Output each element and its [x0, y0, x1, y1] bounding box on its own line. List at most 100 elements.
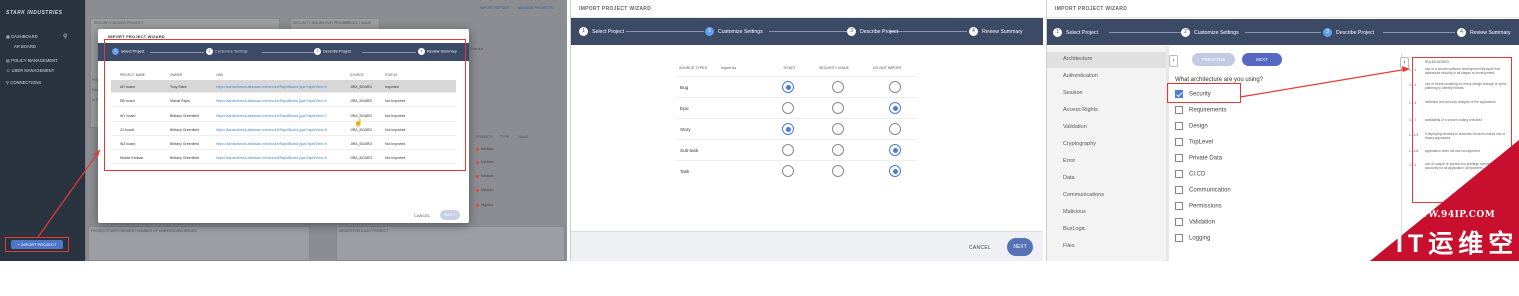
- option-checkbox[interactable]: CI.CD: [1175, 170, 1205, 178]
- highlight-security-option: [1167, 83, 1241, 103]
- priority-badge: Medium: [476, 160, 493, 164]
- bg-card-title: SECURITY ISSUES FOR PROJECT: [293, 21, 351, 25]
- sidebar-scrollbar[interactable]: [1166, 46, 1169, 261]
- manage-projects-link[interactable]: MANAGE PROJECTS: [518, 6, 553, 10]
- chevron-right-icon[interactable]: ›: [1400, 57, 1409, 69]
- radio-security-issue[interactable]: [832, 81, 844, 93]
- wizard-step-3[interactable]: 3 Describe Project: [1323, 28, 1374, 37]
- highlight-wizard: [104, 39, 466, 171]
- radio-do-not-import[interactable]: [889, 144, 901, 156]
- radio-do-not-import[interactable]: [889, 81, 901, 93]
- wizard-title: IMPORT PROJECT WIZARD: [579, 6, 652, 12]
- source-type-row: Epic: [677, 97, 917, 118]
- radio-do-not-import[interactable]: [889, 165, 901, 177]
- cancel-button[interactable]: CANCEL: [969, 245, 991, 251]
- highlight-import-button: [5, 237, 69, 252]
- bg-card-title: PROJECTS WITH HIGHEST NUMBER OF UNRESOLV…: [91, 229, 197, 233]
- option-checkbox[interactable]: Requirements: [1175, 106, 1226, 114]
- bg-col-priority: PRIORITY: [476, 135, 493, 139]
- option-checkbox[interactable]: TopLevel: [1175, 138, 1213, 146]
- watermark-text: IT运维空间: [1396, 230, 1519, 294]
- source-type-label: Story: [680, 127, 691, 132]
- category-item[interactable]: Data: [1047, 171, 1169, 187]
- source-type-row: Sub-task: [677, 139, 917, 160]
- wizard-step-3[interactable]: 3 Describe Project: [847, 27, 898, 36]
- import-report-link[interactable]: IMPORT REPORT: [480, 6, 509, 10]
- radio-security-issue[interactable]: [832, 123, 844, 135]
- brand-logo: STARK INDUSTRIES: [6, 10, 63, 16]
- source-type-label: Epic: [680, 106, 689, 111]
- radio-ticket[interactable]: [782, 165, 794, 177]
- sidebar-item-ar-board[interactable]: AR BOARD: [14, 44, 36, 49]
- priority-badge: Medium: [476, 188, 493, 192]
- next-button[interactable]: NEXT: [1007, 238, 1033, 256]
- category-item[interactable]: BusLogic: [1047, 222, 1169, 238]
- option-checkbox[interactable]: Permissions: [1175, 202, 1222, 210]
- category-sidebar: Architecture Authentication Session Acce…: [1047, 46, 1169, 261]
- option-checkbox[interactable]: Validation: [1175, 218, 1215, 226]
- category-item[interactable]: Architecture: [1047, 52, 1169, 68]
- wizard-step-2[interactable]: 2 Customize Settings: [705, 27, 763, 36]
- priority-badge: Highest: [476, 203, 493, 207]
- option-checkbox[interactable]: Logging: [1175, 234, 1210, 242]
- step-connector: [1383, 32, 1455, 33]
- sidebar: STARK INDUSTRIES ▦ DASHBOARD AR BOARD ▤ …: [0, 0, 85, 261]
- category-item[interactable]: Files: [1047, 239, 1169, 255]
- category-item[interactable]: Malicious: [1047, 205, 1169, 221]
- source-type-label: Task: [680, 169, 690, 174]
- previous-button[interactable]: PREVIOUS: [1192, 53, 1235, 66]
- chevron-left-icon[interactable]: ‹: [1169, 55, 1178, 67]
- sidebar-item-dashboard[interactable]: ▦ DASHBOARD: [6, 34, 38, 39]
- wizard-title: IMPORT PROJECT WIZARD: [1055, 6, 1128, 12]
- step-connector: [626, 31, 704, 32]
- radio-ticket[interactable]: [782, 144, 794, 156]
- category-item[interactable]: Authentication: [1047, 69, 1169, 85]
- priority-badge: Medium: [476, 174, 493, 178]
- col-ticket: TICKET: [783, 66, 796, 70]
- category-item[interactable]: Session: [1047, 86, 1169, 102]
- wizard-stepper: 1 Select Project 2 Customize Settings 3 Des…: [1047, 19, 1519, 45]
- next-button[interactable]: NEXT: [440, 210, 460, 220]
- wizard-stepper: 1 Select Project 2 Customize Settings 3 Des…: [571, 18, 1043, 45]
- radio-ticket[interactable]: [782, 81, 794, 93]
- step-connector: [1245, 32, 1321, 33]
- category-item[interactable]: Validation: [1047, 120, 1169, 136]
- radio-security-issue[interactable]: [832, 144, 844, 156]
- wizard-step-1[interactable]: 1 Select Project: [1053, 28, 1098, 37]
- wizard-step-1[interactable]: 1 Select Project: [579, 27, 624, 36]
- cancel-button[interactable]: CANCEL: [414, 213, 430, 218]
- step-connector: [769, 31, 847, 32]
- bg-overdue-label: Overdue: [470, 47, 484, 51]
- radio-ticket[interactable]: [782, 123, 794, 135]
- radio-ticket[interactable]: [782, 102, 794, 114]
- priority-badge: Medium: [476, 147, 493, 151]
- bg-card-title: PROJECT NAME: [344, 21, 372, 25]
- source-type-row: Task: [677, 160, 917, 181]
- search-icon[interactable]: ⚲: [63, 33, 67, 40]
- category-item[interactable]: Cryptography: [1047, 137, 1169, 153]
- wizard-step-4[interactable]: 4 Review Summary: [969, 27, 1023, 36]
- next-button[interactable]: NEXT: [1242, 53, 1282, 66]
- radio-do-not-import[interactable]: [889, 123, 901, 135]
- bg-col-type: TYPE: [500, 135, 510, 139]
- wizard-step-4[interactable]: 4 Review Summary: [1457, 28, 1511, 37]
- sidebar-item-user-management[interactable]: ☺ USER MANAGEMENT: [6, 68, 54, 73]
- bg-col-name: NAME: [518, 135, 529, 139]
- radio-security-issue[interactable]: [832, 165, 844, 177]
- category-item[interactable]: Error: [1047, 154, 1169, 170]
- option-checkbox[interactable]: Design: [1175, 122, 1208, 130]
- wizard-header: IMPORT PROJECT WIZARD: [571, 0, 1043, 18]
- bg-card-title: ISSUES FOR EACH PROJECT: [339, 229, 389, 233]
- sidebar-item-policy-management[interactable]: ▤ POLICY MANAGEMENT: [6, 58, 58, 63]
- option-checkbox[interactable]: Private Data: [1175, 154, 1222, 162]
- source-type-label: Sub-task: [680, 148, 699, 153]
- col-import-as: Import As: [721, 66, 737, 70]
- category-item[interactable]: Access Rights: [1047, 103, 1169, 119]
- category-item[interactable]: Communications: [1047, 188, 1169, 204]
- bg-card-title: SECURITY DESIGN PROJECT: [94, 21, 144, 25]
- radio-do-not-import[interactable]: [889, 102, 901, 114]
- wizard-step-2[interactable]: 2 Customize Settings: [1181, 28, 1239, 37]
- radio-security-issue[interactable]: [832, 102, 844, 114]
- sidebar-item-connections[interactable]: ⚲ CONNECTIONS: [6, 80, 41, 85]
- option-checkbox[interactable]: Communication: [1175, 186, 1231, 194]
